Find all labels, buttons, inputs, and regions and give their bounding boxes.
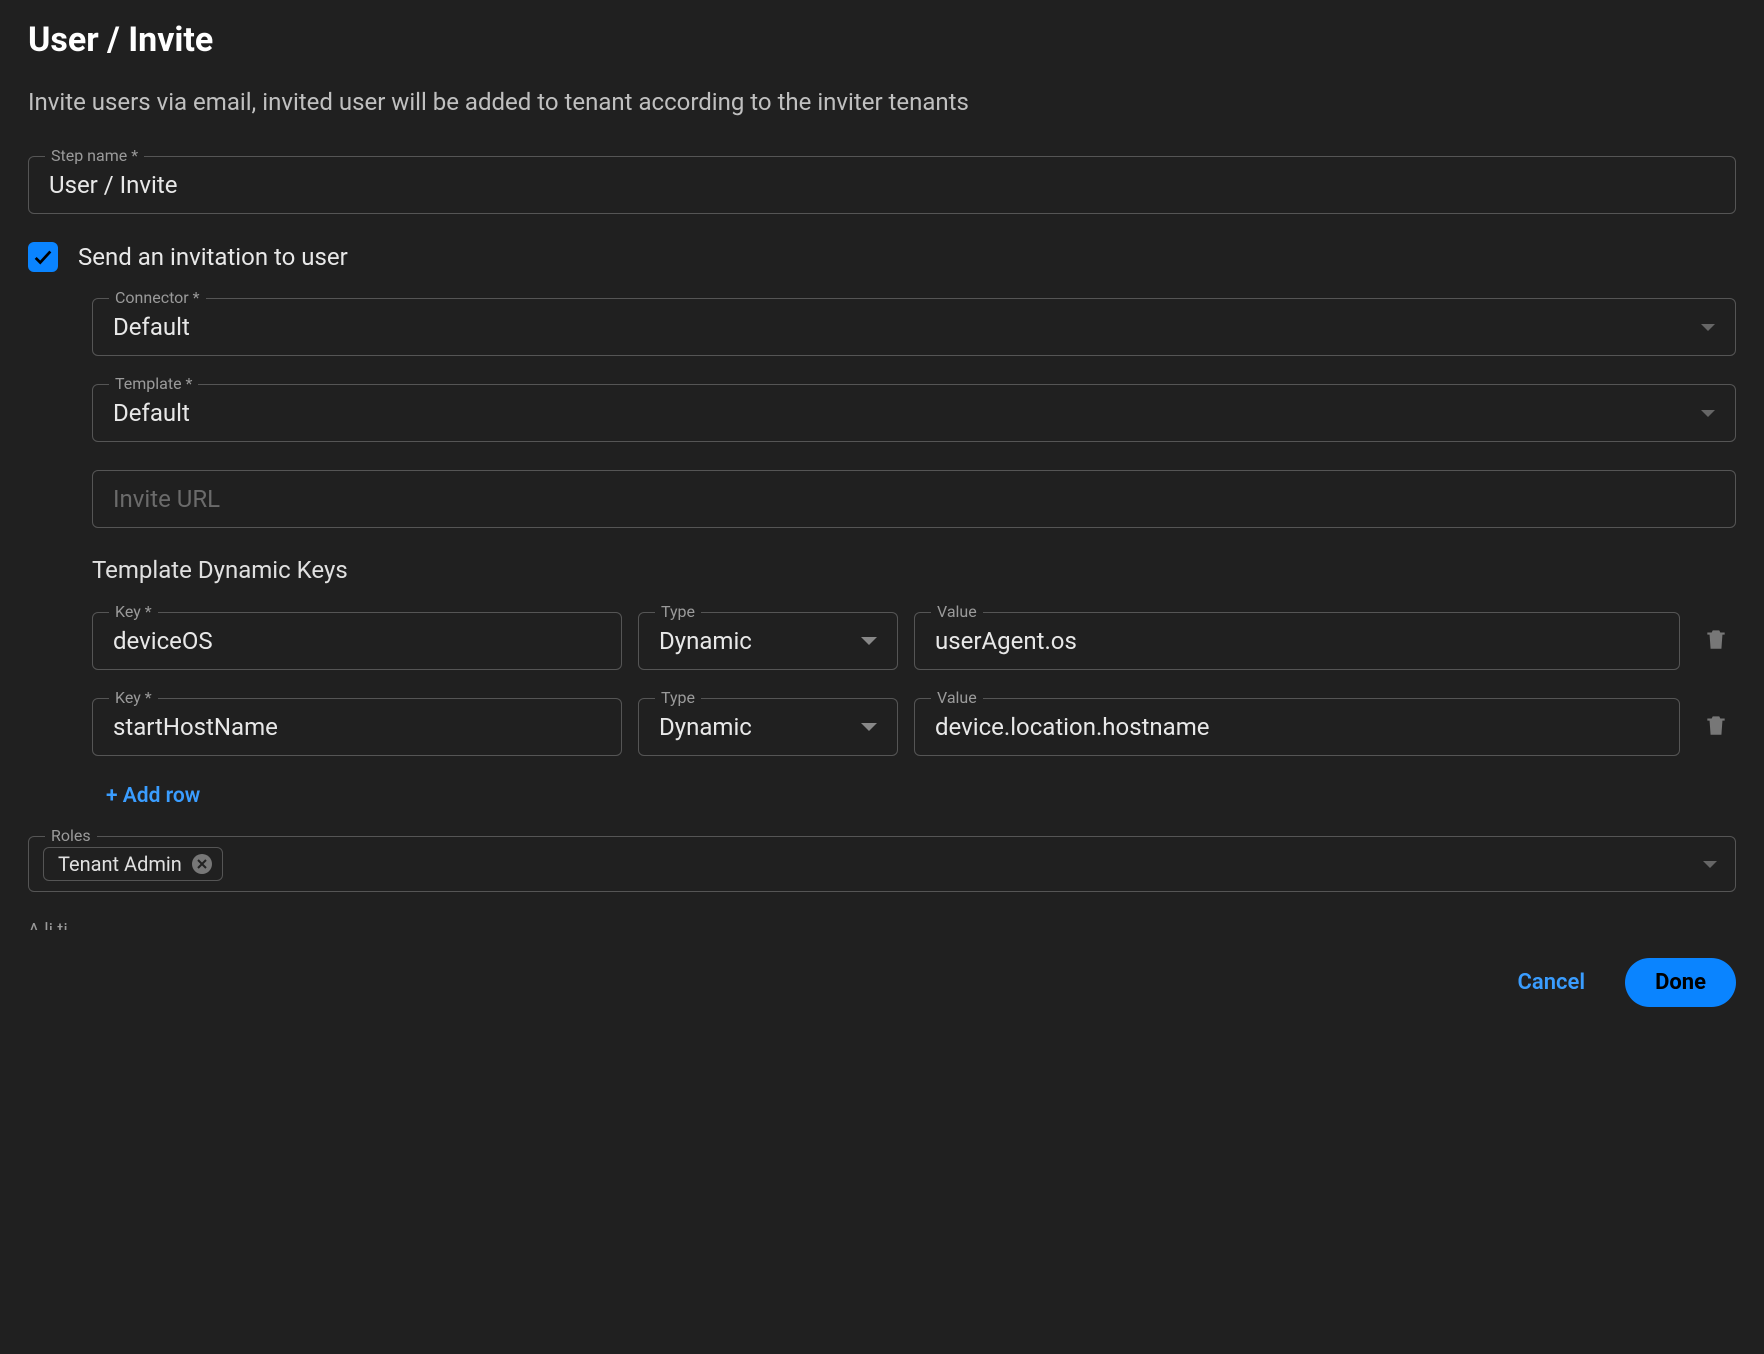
dialog-footer: Cancel Done: [28, 940, 1736, 1019]
dynamic-type-select[interactable]: Type Dynamic: [638, 612, 898, 670]
dynamic-value-input[interactable]: Value device.location.hostname: [914, 698, 1680, 756]
dynamic-value-value: userAgent.os: [935, 627, 1659, 655]
page-subtitle: Invite users via email, invited user wil…: [28, 88, 1736, 116]
connector-select[interactable]: Connector * Default: [92, 298, 1736, 356]
dynamic-key-row: Key * deviceOS Type Dynamic Value userAg…: [92, 612, 1736, 670]
chevron-down-icon: [1701, 410, 1715, 417]
chevron-down-icon: [861, 637, 877, 645]
template-select[interactable]: Template * Default: [92, 384, 1736, 442]
template-dynamic-keys-heading: Template Dynamic Keys: [92, 556, 1736, 584]
role-chip-label: Tenant Admin: [58, 852, 182, 876]
trash-icon: [1703, 712, 1729, 738]
delete-row-button[interactable]: [1703, 712, 1729, 743]
dynamic-value-label: Value: [931, 688, 983, 707]
dynamic-key-label: Key *: [109, 602, 158, 621]
dynamic-key-label: Key *: [109, 688, 158, 707]
role-chip: Tenant Admin: [43, 847, 223, 881]
dynamic-key-row: Key * startHostName Type Dynamic Value d…: [92, 698, 1736, 756]
roles-select[interactable]: Roles Tenant Admin: [28, 836, 1736, 892]
delete-row-button[interactable]: [1703, 626, 1729, 657]
add-row-button[interactable]: + Add row: [106, 784, 1736, 808]
truncated-next-field: A li ti: [28, 920, 1736, 930]
trash-icon: [1703, 626, 1729, 652]
cancel-button[interactable]: Cancel: [1508, 958, 1596, 1007]
dynamic-value-label: Value: [931, 602, 983, 621]
chevron-down-icon: [1703, 861, 1717, 868]
template-value: Default: [113, 399, 1691, 427]
dynamic-key-input[interactable]: Key * startHostName: [92, 698, 622, 756]
chevron-down-icon: [1701, 324, 1715, 331]
dynamic-value-input[interactable]: Value userAgent.os: [914, 612, 1680, 670]
step-name-label: Step name *: [45, 146, 144, 165]
dynamic-type-label: Type: [655, 602, 701, 621]
send-invitation-label: Send an invitation to user: [78, 243, 348, 271]
send-invitation-checkbox[interactable]: [28, 242, 58, 272]
close-icon: [197, 859, 207, 869]
page-title: User / Invite: [28, 20, 1736, 60]
dynamic-key-input[interactable]: Key * deviceOS: [92, 612, 622, 670]
dynamic-type-select[interactable]: Type Dynamic: [638, 698, 898, 756]
invite-url-placeholder: Invite URL: [113, 485, 1715, 513]
remove-chip-button[interactable]: [192, 854, 212, 874]
dynamic-type-label: Type: [655, 688, 701, 707]
invite-url-field[interactable]: Invite URL: [92, 470, 1736, 528]
step-name-value: User / Invite: [49, 171, 1715, 199]
connector-value: Default: [113, 313, 1691, 341]
done-button[interactable]: Done: [1625, 958, 1736, 1007]
roles-label: Roles: [45, 826, 97, 845]
dynamic-type-value: Dynamic: [659, 713, 851, 741]
dynamic-key-value: deviceOS: [113, 627, 601, 655]
dynamic-type-value: Dynamic: [659, 627, 851, 655]
check-icon: [32, 246, 54, 268]
template-label: Template *: [109, 374, 198, 393]
connector-label: Connector *: [109, 288, 206, 307]
step-name-field[interactable]: Step name * User / Invite: [28, 156, 1736, 214]
chevron-down-icon: [861, 723, 877, 731]
dynamic-key-value: startHostName: [113, 713, 601, 741]
dynamic-value-value: device.location.hostname: [935, 713, 1659, 741]
